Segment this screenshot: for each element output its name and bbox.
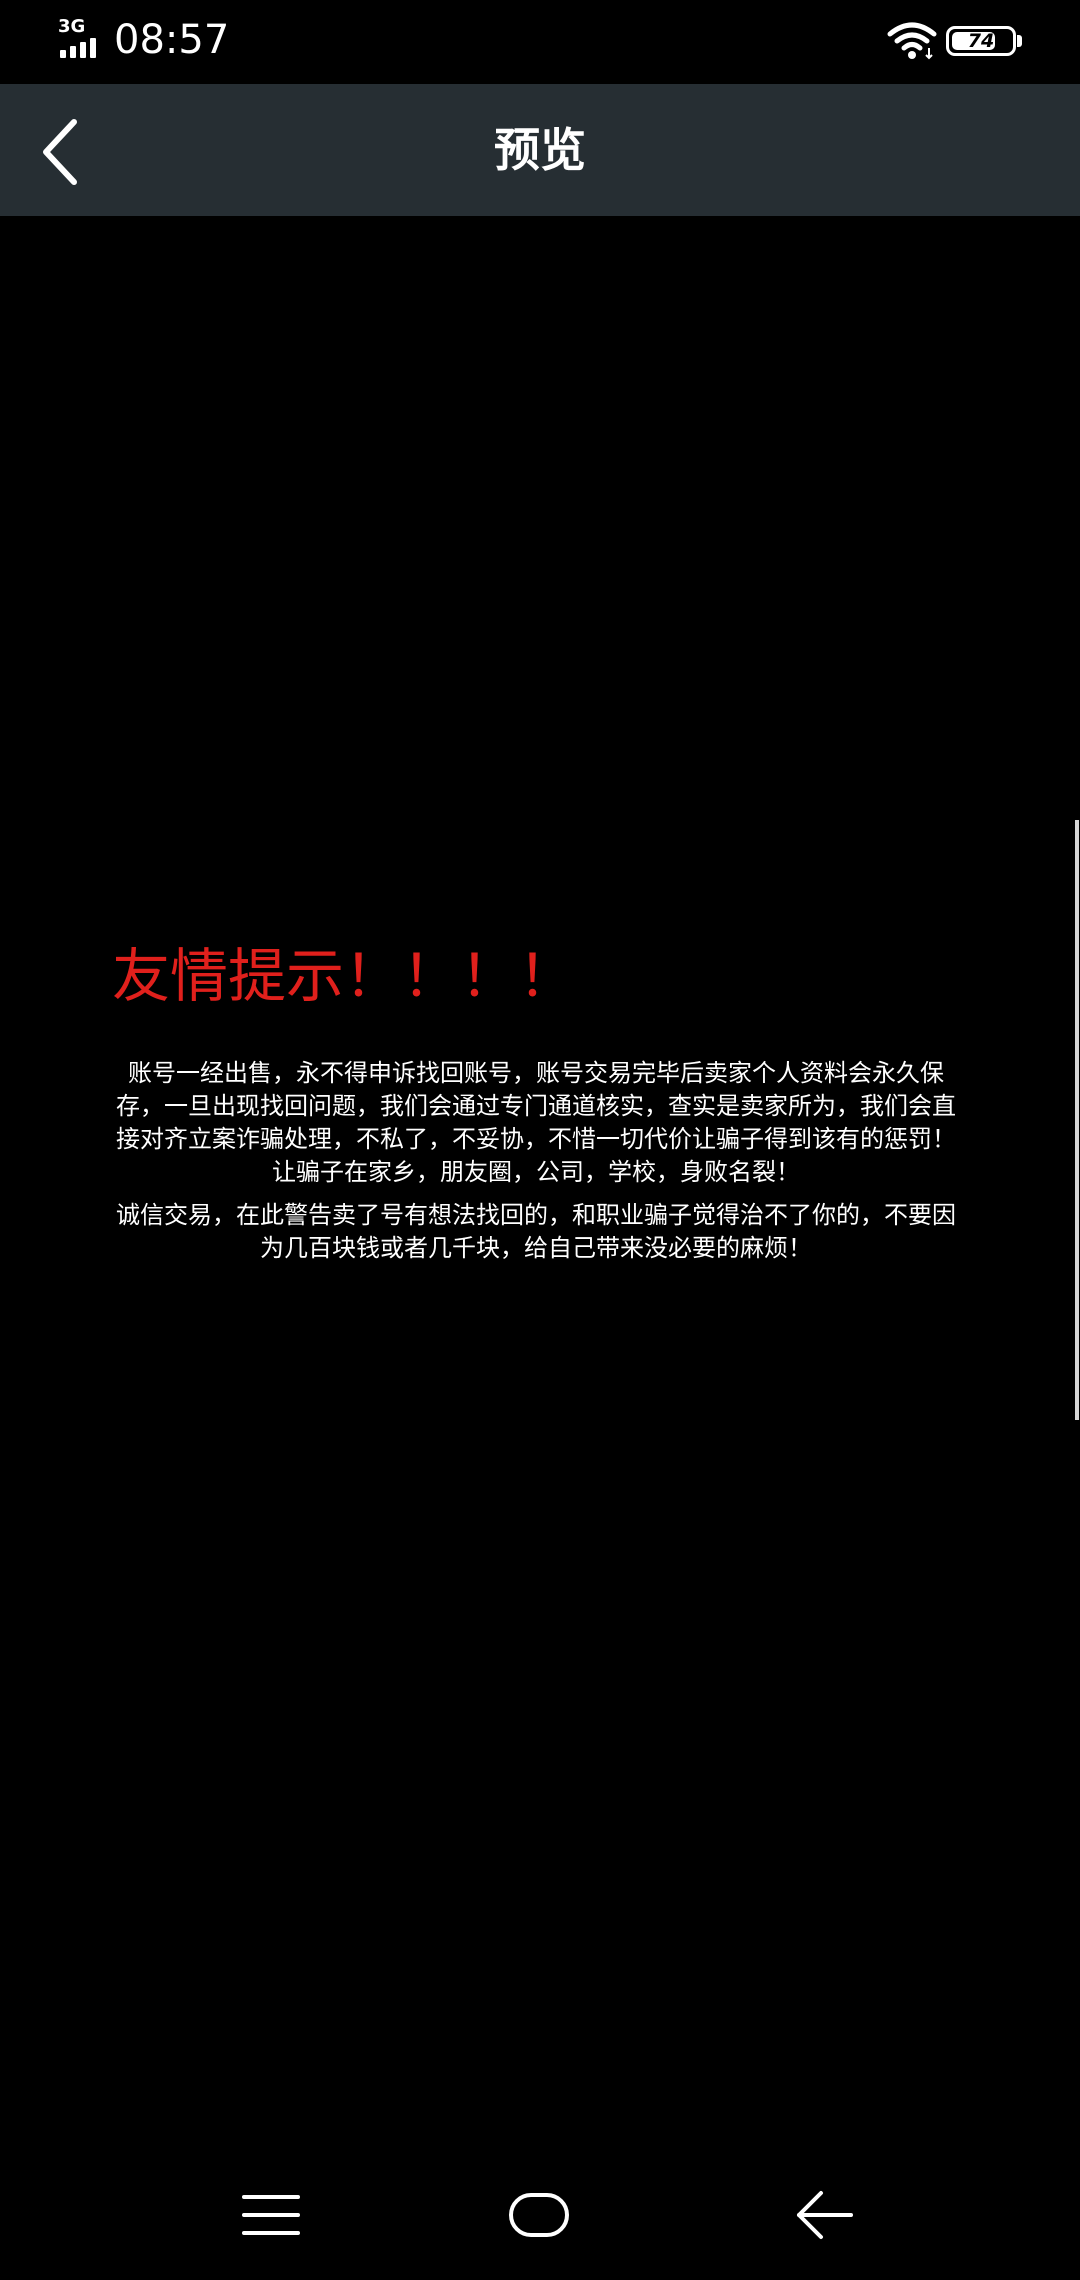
system-nav-bar [0,2150,1080,2280]
nav-menu-button[interactable] [226,2175,316,2255]
notice-paragraph: 账号一经出售，永不得申诉找回账号，账号交易完毕后卖家个人资料会永久保存，一旦出现… [116,1059,956,1186]
battery-level-text: 74 [967,30,995,52]
signal-bar [90,38,96,58]
nav-home-button[interactable] [494,2175,584,2255]
status-time: 08:57 [114,17,230,63]
network-type-label: 3G [58,16,86,37]
menu-icon [242,2195,300,2235]
signal-bar [70,46,76,58]
app-header: 预览 [0,84,1080,216]
battery-tip [1017,35,1022,47]
notice-title: 友情提示！！！！ [112,942,577,1010]
home-icon [509,2193,569,2237]
preview-content: 友情提示！！！！ 账号一经出售，永不得申诉找回账号，账号交易完毕后卖家个人资料会… [0,216,1080,2150]
arrow-left-icon [797,2191,853,2239]
scrollbar[interactable] [1075,820,1079,1420]
chevron-left-icon [43,119,77,185]
notice-paragraph: 诚信交易，在此警告卖了号有想法找回的，和职业骗子觉得治不了你的，不要因为几百块钱… [116,1201,956,1262]
back-button[interactable] [26,104,118,196]
page-title: 预览 [494,123,586,177]
battery-icon: 74 [946,26,1016,56]
nav-back-button[interactable] [779,2175,869,2255]
signal-bar [80,42,86,58]
signal-bar [60,50,66,58]
status-bar: 3G 08:57 74 [0,0,1080,84]
wifi-icon [887,20,937,62]
signal-icon: 3G [58,18,106,58]
